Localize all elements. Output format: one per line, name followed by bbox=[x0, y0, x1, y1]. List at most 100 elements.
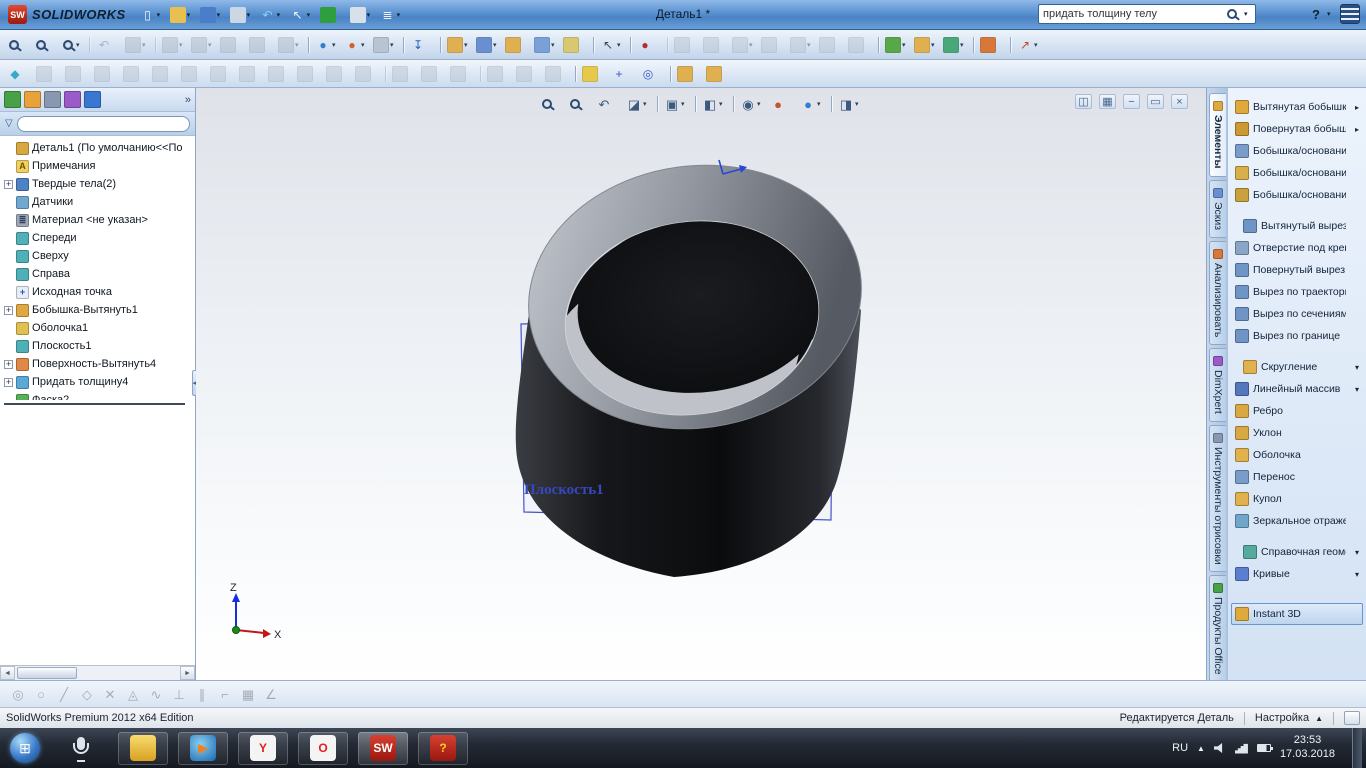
assembly-tool-1-button[interactable] bbox=[672, 34, 700, 56]
windows-explorer-taskbar-button[interactable] bbox=[118, 732, 168, 765]
smart-dimension-flyout-button[interactable] bbox=[561, 34, 589, 56]
extruded-boss-feature-button[interactable]: Вытянутая бобышка/... ▸ bbox=[1231, 96, 1363, 118]
solidworks-help-taskbar-button[interactable]: ? bbox=[418, 732, 468, 765]
tree-item[interactable]: A Примечания bbox=[0, 157, 195, 175]
search-input[interactable] bbox=[1043, 8, 1221, 20]
print-button[interactable]: ▾ bbox=[228, 4, 256, 26]
centerpoint-arc-button[interactable] bbox=[150, 63, 178, 85]
statusbar-panel-toggle[interactable] bbox=[1344, 711, 1360, 725]
measure-tool-button[interactable] bbox=[485, 63, 513, 85]
tree-item[interactable]: Деталь1 (По умолчанию<<По bbox=[0, 139, 195, 157]
revolved-boss-feature-button[interactable]: Повернутая бобышк... ▸ bbox=[1231, 118, 1363, 140]
line-format-button[interactable]: ▾ bbox=[883, 34, 911, 56]
standard-views-button[interactable]: ▾ bbox=[189, 34, 217, 56]
rebuild-button[interactable] bbox=[318, 4, 346, 26]
select-tool-button[interactable]: ↖ ▾ bbox=[598, 34, 626, 56]
render-tools-tab[interactable]: Инструменты отрисовки bbox=[1209, 425, 1226, 573]
extruded-cut-feature-button[interactable]: Вытянутый вырез bbox=[1239, 215, 1363, 237]
viewport-grid-button[interactable]: ▦ bbox=[1099, 94, 1116, 109]
boundary-boss-feature-button[interactable]: Бобышка/основание ... bbox=[1231, 184, 1363, 206]
doc-minimize-button[interactable]: − bbox=[1123, 94, 1140, 109]
expand-toggle[interactable] bbox=[4, 360, 13, 369]
swept-boss-feature-button[interactable]: Бобышка/основание ... bbox=[1231, 140, 1363, 162]
mass-properties-button[interactable] bbox=[514, 63, 542, 85]
curves-tool-button[interactable]: ▾ bbox=[474, 34, 502, 56]
curvature-display-button[interactable]: ▾ bbox=[941, 34, 969, 56]
search-icon[interactable] bbox=[1227, 9, 1237, 19]
assembly-tool-7-button[interactable] bbox=[846, 34, 874, 56]
opera-taskbar-button[interactable]: O bbox=[298, 732, 348, 765]
new-document-button[interactable]: ▯ ▾ bbox=[138, 4, 166, 26]
tree-item[interactable]: Бобышка-Вытянуть1 bbox=[0, 301, 195, 319]
dimxpertmanager-tab[interactable] bbox=[64, 91, 81, 108]
tree-item[interactable]: + Исходная точка bbox=[0, 283, 195, 301]
instant-3d-button[interactable] bbox=[503, 34, 531, 56]
linear-sketch-pattern-button[interactable] bbox=[324, 63, 352, 85]
assembly-tool-3-button[interactable]: ▾ bbox=[730, 34, 758, 56]
assembly-tool-6-button[interactable] bbox=[817, 34, 845, 56]
view-orientation-button[interactable]: ▾ bbox=[160, 34, 188, 56]
options-button[interactable]: ▾ bbox=[348, 4, 376, 26]
zoom-to-area-button[interactable] bbox=[32, 34, 58, 56]
lofted-cut-feature-button[interactable]: Вырез по сечениям bbox=[1231, 303, 1363, 325]
tree-item[interactable]: ≣ Материал <не указан> bbox=[0, 211, 195, 229]
zoom-in-out-button[interactable]: ▾ bbox=[59, 34, 85, 56]
section-view-button[interactable]: ▾ bbox=[123, 34, 151, 56]
network-icon[interactable] bbox=[1235, 743, 1248, 754]
doc-restore-button[interactable]: ▭ bbox=[1147, 94, 1164, 109]
hide-show-items-button[interactable]: ◉ ▾ bbox=[738, 93, 766, 115]
wrap-feature-button[interactable]: Перенос bbox=[1231, 466, 1363, 488]
featuremanager-tab[interactable] bbox=[4, 91, 21, 108]
features-tab[interactable]: Элементы bbox=[1209, 93, 1226, 177]
previous-view-button[interactable]: ↶ bbox=[94, 34, 122, 56]
tree-item[interactable]: Сверху bbox=[0, 247, 195, 265]
undo-button[interactable]: ↶ ▾ bbox=[258, 4, 286, 26]
displaymanager-tab[interactable] bbox=[84, 91, 101, 108]
office-products-tab[interactable]: Продукты Office bbox=[1209, 575, 1226, 683]
evaluate-tab[interactable]: Анализировать bbox=[1209, 241, 1226, 345]
quick-snap-perpendicular-button[interactable]: ⊥ bbox=[169, 683, 189, 705]
view-orientation-button[interactable]: ▣ ▾ bbox=[662, 93, 690, 115]
tree-item[interactable]: Спереди bbox=[0, 229, 195, 247]
file-properties-button[interactable]: ≣ ▾ bbox=[378, 4, 406, 26]
expand-toggle[interactable] bbox=[4, 180, 13, 189]
expand-toggle[interactable] bbox=[4, 306, 13, 315]
assembly-tool-5-button[interactable]: ▾ bbox=[788, 34, 816, 56]
sketch-text-button[interactable] bbox=[208, 63, 236, 85]
revolved-cut-feature-button[interactable]: Повернутый вырез bbox=[1231, 259, 1363, 281]
open-document-button[interactable]: ▾ bbox=[168, 4, 196, 26]
sketch-flyout-button[interactable]: ▾ bbox=[532, 34, 560, 56]
corner-rectangle-button[interactable] bbox=[92, 63, 120, 85]
hole-wizard-feature-button[interactable]: Отверстие под крепеж bbox=[1231, 237, 1363, 259]
tree-horizontal-scrollbar[interactable]: ◄ ► bbox=[0, 665, 195, 680]
quick-snap-angle-button[interactable]: ∠ bbox=[261, 683, 281, 705]
linear-pattern-feature-button[interactable]: Линейный массив ▾ bbox=[1231, 378, 1363, 400]
power-icon[interactable] bbox=[1257, 744, 1271, 752]
doc-close-button[interactable]: × bbox=[1171, 94, 1188, 109]
apply-scene-button[interactable]: ● ▾ bbox=[798, 93, 826, 115]
quick-snap-line-button[interactable]: ╱ bbox=[54, 683, 74, 705]
dome-feature-button[interactable]: Купол bbox=[1231, 488, 1363, 510]
reference-geometry-feature-button[interactable]: Справочная геоме... ▾ bbox=[1239, 541, 1363, 563]
sketch-fillet-button[interactable] bbox=[179, 63, 207, 85]
window-menu-icon[interactable] bbox=[1340, 4, 1360, 24]
section-view-button[interactable]: ◪ ▾ bbox=[624, 93, 652, 115]
quick-snap-hv-button[interactable]: ⌐ bbox=[215, 683, 235, 705]
reference-geometry-button[interactable]: ▾ bbox=[445, 34, 473, 56]
quick-snap-center-button[interactable]: ○ bbox=[31, 683, 51, 705]
tree-filter-input[interactable] bbox=[17, 116, 190, 132]
zoom-to-fit-button[interactable] bbox=[5, 34, 31, 56]
layer-properties-button[interactable]: ▾ bbox=[912, 34, 940, 56]
help-button[interactable]: ? bbox=[1312, 7, 1320, 22]
tree-item[interactable]: Датчики bbox=[0, 193, 195, 211]
orientation-indicator-button[interactable]: ↧ bbox=[408, 34, 436, 56]
language-indicator[interactable]: RU bbox=[1172, 742, 1188, 754]
design-library-button[interactable] bbox=[675, 63, 703, 85]
assembly-tool-2-button[interactable] bbox=[701, 34, 729, 56]
tree-item[interactable]: Твердые тела(2) bbox=[0, 175, 195, 193]
panel-overflow-chevron[interactable]: » bbox=[185, 94, 191, 106]
zoom-to-fit-button[interactable] bbox=[538, 93, 564, 115]
assembly-tool-4-button[interactable] bbox=[759, 34, 787, 56]
check-sketch-button[interactable] bbox=[543, 63, 571, 85]
offset-entities-button[interactable] bbox=[266, 63, 294, 85]
